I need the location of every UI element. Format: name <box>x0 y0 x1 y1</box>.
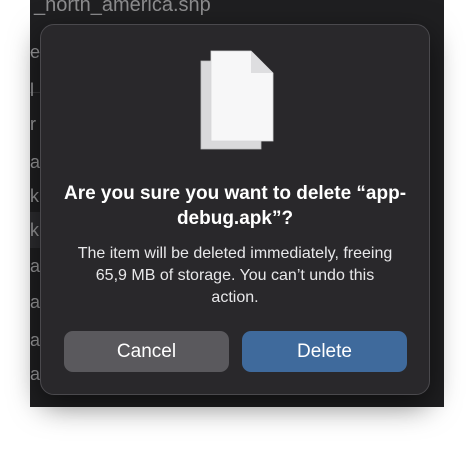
cancel-button[interactable]: Cancel <box>64 331 229 372</box>
background-list-item[interactable]: l <box>30 80 34 101</box>
delete-confirmation-dialog: Are you sure you want to delete “app-deb… <box>40 24 430 395</box>
background-window-title: _north_america.shp <box>34 0 211 16</box>
background-list-item[interactable]: k <box>30 186 39 207</box>
background-list-item[interactable]: r <box>30 114 36 135</box>
background-list-item[interactable]: a <box>30 152 40 173</box>
background-list-item[interactable]: a <box>30 330 40 351</box>
background-list-item[interactable]: e <box>30 42 40 63</box>
background-list-item[interactable]: k <box>30 220 39 241</box>
dialog-message: The item will be deleted immediately, fr… <box>77 245 393 306</box>
background-list-item[interactable]: a <box>30 364 40 385</box>
document-icon <box>200 50 274 150</box>
delete-button[interactable]: Delete <box>242 331 407 372</box>
background-list-item[interactable]: a <box>30 256 40 277</box>
dialog-title: Are you sure you want to delete “app-deb… <box>63 183 407 229</box>
background-list-item[interactable]: a <box>30 292 40 313</box>
